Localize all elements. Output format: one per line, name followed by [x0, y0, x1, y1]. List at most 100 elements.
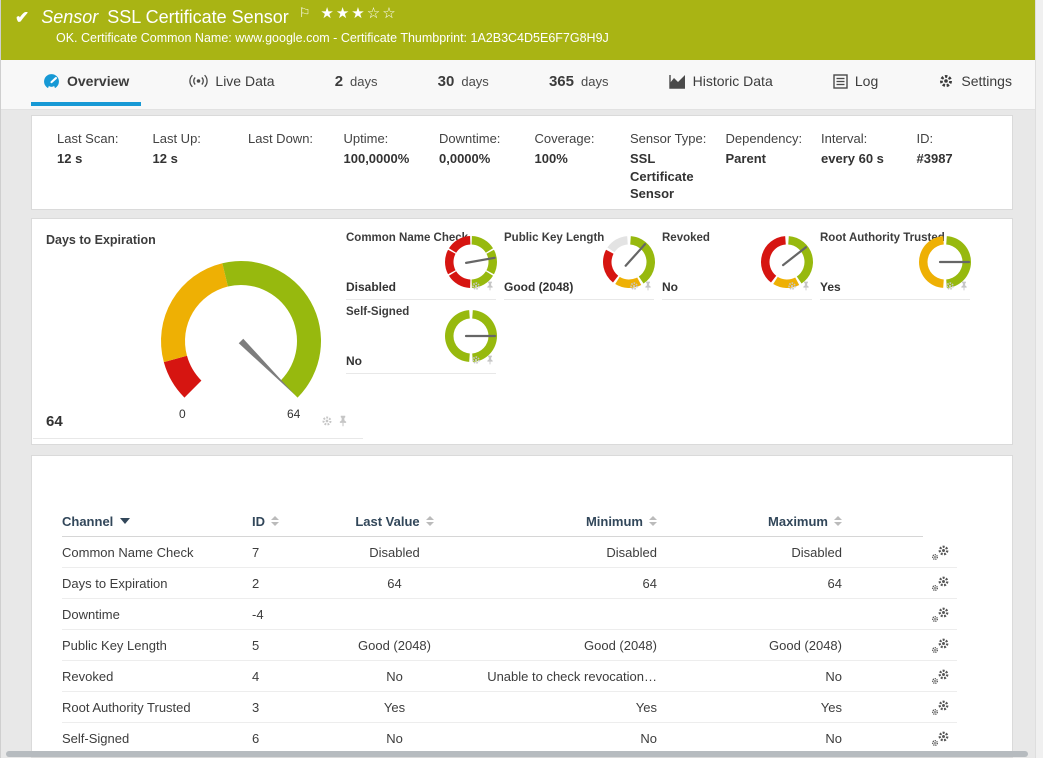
channel-settings-gears-icon[interactable]: [931, 637, 950, 654]
tab-live-data[interactable]: Live Data: [177, 60, 286, 106]
gauge-needle: [239, 339, 295, 395]
info-label: Dependency:: [726, 131, 812, 146]
channel-minimum: Good (2048): [457, 630, 657, 661]
column-header-minimum[interactable]: Minimum: [457, 506, 657, 537]
gauge-common-name-check[interactable]: Common Name CheckDisabled: [346, 227, 496, 300]
channel-name[interactable]: Downtime: [62, 599, 252, 630]
priority-stars[interactable]: ★★★☆☆: [320, 4, 397, 22]
info-item-last-scan: Last Scan: 12 s: [57, 131, 153, 209]
tab-log[interactable]: Log: [821, 60, 890, 106]
gauge-value: No: [346, 354, 362, 368]
gauge-root-authority-trusted[interactable]: Root Authority TrustedYes: [820, 227, 970, 300]
gauge-pin-icon[interactable]: [801, 278, 811, 296]
tab-30-days[interactable]: 30days: [426, 60, 501, 106]
channel-name[interactable]: Public Key Length: [62, 630, 252, 661]
gauge-days-to-expiration[interactable]: Days to Expiration 0 64 64: [33, 227, 363, 439]
channel-settings-gears-icon[interactable]: [931, 606, 950, 623]
gauge-pin-icon[interactable]: [485, 352, 495, 370]
table-row: Days to Expiration2646464: [62, 568, 957, 599]
gauge-pin-icon[interactable]: [643, 278, 653, 296]
log-icon: [833, 74, 848, 89]
tab-day-count: 365: [549, 73, 574, 90]
vertical-scrollbar[interactable]: [1035, 0, 1043, 758]
channel-settings-gears-icon[interactable]: [931, 699, 950, 716]
channel-maximum: Yes: [657, 692, 842, 723]
gauge-icon: [43, 73, 60, 90]
gauge-value: No: [662, 280, 678, 294]
status-ok-check-icon: ✔: [15, 9, 29, 26]
gauge-settings-gear-icon[interactable]: [471, 352, 481, 370]
gauge-self-signed[interactable]: Self-Signed No: [346, 301, 496, 374]
info-label: Last Down:: [248, 131, 334, 146]
gauge-pin-icon[interactable]: [485, 278, 495, 296]
info-value: 12 s: [153, 150, 239, 168]
gauge-settings-gear-icon[interactable]: [629, 278, 639, 296]
channel-settings-gears-icon[interactable]: [931, 544, 950, 561]
channel-id: 6: [252, 723, 332, 754]
star-filled-icon: ★: [336, 5, 351, 22]
info-label: Last Up:: [153, 131, 239, 146]
channel-name[interactable]: Root Authority Trusted: [62, 692, 252, 723]
gauge-revoked[interactable]: RevokedNo: [662, 227, 812, 300]
channel-last-value: No: [332, 723, 457, 754]
gauges-panel: Days to Expiration 0 64 64 Common Name C…: [31, 218, 1013, 445]
channel-name[interactable]: Revoked: [62, 661, 252, 692]
column-header-id[interactable]: ID: [252, 506, 332, 537]
channel-minimum: [457, 599, 657, 630]
horizontal-scrollbar-thumb[interactable]: [6, 751, 1028, 757]
channel-last-value: Disabled: [332, 537, 457, 568]
tab-historic-data[interactable]: Historic Data: [657, 60, 785, 106]
gauge-settings-gear-icon[interactable]: [945, 278, 955, 296]
tab-label: Overview: [67, 73, 129, 89]
channel-name[interactable]: Self-Signed: [62, 723, 252, 754]
tab-settings[interactable]: Settings: [926, 60, 1024, 106]
column-header-last-value[interactable]: Last Value: [332, 506, 457, 537]
tab-label: days: [350, 74, 377, 89]
info-label: Last Scan:: [57, 131, 143, 146]
tab-bar: OverviewLive Data2days30days365daysHisto…: [1, 60, 1036, 110]
tab-overview[interactable]: Overview: [31, 60, 141, 106]
info-value: 12 s: [57, 150, 143, 168]
channel-settings-gears-icon[interactable]: [931, 575, 950, 592]
star-filled-icon: ★: [351, 5, 366, 22]
column-header-label: ID: [252, 514, 265, 529]
gauge-pin-icon[interactable]: [337, 414, 349, 432]
channel-name[interactable]: Common Name Check: [62, 537, 252, 568]
gauge-public-key-length[interactable]: Public Key LengthGood (2048): [504, 227, 654, 300]
chart-icon: [669, 74, 686, 89]
gauge-title: Self-Signed: [346, 306, 409, 318]
channel-id: 2: [252, 568, 332, 599]
channels-table-panel: ChannelIDLast ValueMinimumMaximumCommon …: [31, 455, 1013, 758]
gauge-value: Good (2048): [504, 280, 573, 294]
info-label: Interval:: [821, 131, 907, 146]
table-row: Revoked4NoUnable to check revocation…No: [62, 661, 957, 692]
gauge-scale-min: 0: [179, 407, 186, 421]
gauge-pin-icon[interactable]: [959, 278, 969, 296]
channel-settings-gears-icon[interactable]: [931, 668, 950, 685]
tab-day-count: 30: [438, 73, 455, 90]
gauge-settings-gear-icon[interactable]: [787, 278, 797, 296]
channel-last-value: Good (2048): [332, 630, 457, 661]
tab-2-days[interactable]: 2days: [323, 60, 390, 106]
channel-id: 4: [252, 661, 332, 692]
table-row: Self-Signed6NoNoNo: [62, 723, 957, 754]
info-value: 100,0000%: [344, 150, 430, 168]
column-header-channel[interactable]: Channel: [62, 506, 252, 537]
channel-id: -4: [252, 599, 332, 630]
info-item-coverage: Coverage:100%: [535, 131, 631, 209]
table-row: Common Name Check7DisabledDisabledDisabl…: [62, 537, 957, 568]
table-row: Root Authority Trusted3YesYesYes: [62, 692, 957, 723]
channel-gauges-grid: Common Name CheckDisabledPublic Key Leng…: [346, 227, 970, 374]
column-header-maximum[interactable]: Maximum: [657, 506, 842, 537]
info-value: 100%: [535, 150, 621, 168]
gauge-settings-gear-icon[interactable]: [471, 278, 481, 296]
tab-label: Live Data: [215, 73, 274, 89]
channel-maximum: Good (2048): [657, 630, 842, 661]
channel-settings-gears-icon[interactable]: [931, 730, 950, 747]
channel-name[interactable]: Days to Expiration: [62, 568, 252, 599]
overview-info-panel: Last Scan:12 sLast Up:12 sLast Down:Upti…: [31, 115, 1013, 210]
flag-icon[interactable]: ⚐: [299, 5, 311, 21]
tab-365-days[interactable]: 365days: [537, 60, 621, 106]
gauge-settings-gear-icon[interactable]: [321, 414, 333, 432]
tab-label: Log: [855, 73, 878, 89]
